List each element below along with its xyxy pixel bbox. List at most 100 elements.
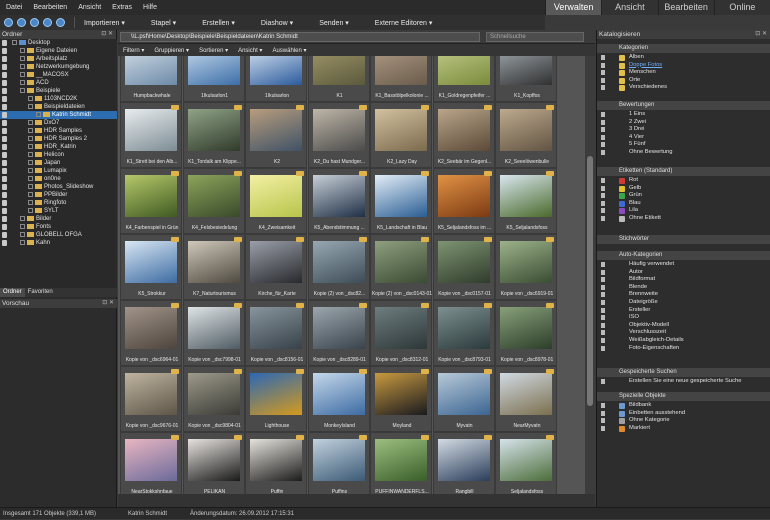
path-input[interactable]: \\L.psf\Home\Desktop\Beispiele\Beispield… [120,32,480,42]
menu-ansicht[interactable]: Ansicht [78,4,101,11]
thumbnail[interactable]: K5_Seljalandsfoss [495,168,557,234]
catalog-item[interactable]: Lila [597,207,770,215]
catalog-item[interactable]: Weißabgleich-Details [597,337,770,345]
tree-item[interactable]: Bilder [0,215,117,223]
catalog-section-header[interactable]: Gespeicherte Suchen [597,368,770,377]
forward-icon[interactable] [17,18,26,27]
thumbnail[interactable]: Kopie von _dsc0157-01 [432,234,495,300]
tree-item[interactable]: Arbeitsplatz [0,55,117,63]
catalog-item[interactable]: 3 Drei [597,126,770,134]
menu-datei[interactable]: Datei [6,4,22,11]
catalog-item[interactable]: Markiert [597,425,770,433]
filter-ansicht[interactable]: Ansicht ▾ [238,47,262,54]
expand-icon[interactable] [28,175,33,181]
expand-icon[interactable] [20,63,25,69]
expand-icon[interactable] [28,199,33,205]
scrollbar-thumb[interactable] [587,156,593,406]
tree-item[interactable]: Katrin Schmidt [0,111,117,119]
thumbnail[interactable]: K5_Landschaft in Blau [370,168,432,234]
tree-item[interactable]: PPBilder [0,191,117,199]
expand-icon[interactable] [28,95,33,101]
tab-ordner[interactable]: Ordner [0,288,25,297]
thumbnail[interactable]: Kopie von _dsc6919-01 [495,234,557,300]
expand-icon[interactable] [20,231,25,237]
thumbnail[interactable]: Kopie von _dsc6964-01 [120,300,182,366]
thumbnail[interactable]: K1_Tordalk am Klippe... [182,102,245,168]
toolbar-stapel[interactable]: Stapel ▾ [151,19,176,27]
filter-auswaehlen[interactable]: Auswählen ▾ [272,47,306,54]
thumbnail[interactable]: Kopie (2) von _dsc0143-01 [370,234,432,300]
thumbnail[interactable]: Kopie von _dsc8156-01 [245,300,307,366]
thumbnail[interactable]: Kopie von _dsc8312-01 [370,300,432,366]
catalog-item[interactable]: Objektiv-Modell [597,322,770,330]
catalog-controls-icon[interactable]: ⊡ ✕ [755,30,767,39]
catalog-item[interactable]: Blende [597,284,770,292]
thumbnail[interactable]: K4_Zweisamkeit [245,168,307,234]
catalog-item[interactable]: Verschiedenes [597,84,770,92]
tree-item[interactable]: Desktop [0,39,117,47]
thumbnail[interactable]: PUFFINWANDERFLS... [370,432,432,494]
thumbnail[interactable]: Lighthouse [245,366,307,432]
tree-item[interactable]: SYLT [0,207,117,215]
filter-sortieren[interactable]: Sortieren ▾ [199,47,228,54]
menu-extras[interactable]: Extras [112,4,132,11]
catalog-section-header[interactable]: Stichwörter [597,235,770,244]
menu-bearbeiten[interactable]: Bearbeiten [33,4,67,11]
thumbnail[interactable]: Kopie von _dsc9804-01 [182,366,245,432]
preview-controls-icon[interactable]: ⊡ ✕ [102,299,114,308]
thumbnail[interactable]: K2 [245,102,307,168]
catalog-section-header[interactable]: Auto-Kategorien [597,251,770,260]
tree-item[interactable]: __MACOSX [0,71,117,79]
refresh-icon[interactable] [43,18,52,27]
catalog-item[interactable]: 2 Zwei [597,119,770,127]
thumbnail[interactable]: Kopie von _dsc7998-01 [182,300,245,366]
catalog-item[interactable]: 4 Vier [597,134,770,142]
filter-gruppieren[interactable]: Gruppieren ▾ [154,47,189,54]
catalog-item[interactable]: 1 Eins [597,111,770,119]
catalog-item[interactable]: Grün [597,192,770,200]
catalog-item[interactable]: 5 Fünf [597,141,770,149]
thumbnail[interactable]: Myvatn [432,366,495,432]
thumbnail[interactable]: K4_Felsbesiedelung [182,168,245,234]
tab-bearbeiten[interactable]: Bearbeiten [657,0,714,15]
thumbnail[interactable]: K2_Seeelöwenbulle [495,102,557,168]
thumbnail[interactable]: K5_Abendstimmung ... [307,168,370,234]
thumbnail[interactable]: Kirche_für_Karte [245,234,307,300]
thumbnail[interactable]: Kopie (2) von _dsc82... [307,234,370,300]
thumbnail[interactable]: PELIKAN [182,432,245,494]
thumbnail[interactable]: Kopie von _dsc8793-01 [432,300,495,366]
tree-item[interactable]: Helicon [0,151,117,159]
thumbnail[interactable]: Moyland [370,366,432,432]
catalog-item[interactable]: Häufig verwendet [597,261,770,269]
thumbnail[interactable]: K2_Du hast Mundger... [307,102,370,168]
tree-item[interactable]: 1103NCD2K [0,95,117,103]
catalog-item[interactable]: Ohne Bewertung [597,149,770,157]
expand-icon[interactable] [28,127,33,133]
catalog-item[interactable]: Rot [597,177,770,185]
thumbnail[interactable]: K2_Lazy Day [370,102,432,168]
expand-icon[interactable] [20,223,25,229]
tree-item[interactable]: GLOBELL OFGA [0,231,117,239]
tree-item[interactable]: ACD [0,79,117,87]
expand-icon[interactable] [12,39,17,45]
expand-icon[interactable] [20,71,25,77]
thumbnail[interactable]: K5_Seljalandsfoss im ... [432,168,495,234]
tree-item[interactable]: DxO7 [0,119,117,127]
thumbnail[interactable]: K1_Kopffos [495,56,557,102]
catalog-item[interactable]: Gelb [597,185,770,193]
catalog-item[interactable]: ISO [597,314,770,322]
tab-verwalten[interactable]: Verwalten [545,0,602,15]
catalog-item[interactable]: Foto-Eigenschaften [597,345,770,353]
expand-icon[interactable] [28,159,33,165]
expand-icon[interactable] [28,207,33,213]
expand-icon[interactable] [28,103,33,109]
expand-icon[interactable] [20,87,25,93]
thumbnail[interactable]: MonkeyIsland [307,366,370,432]
toolbar-importieren[interactable]: Importieren ▾ [84,19,125,27]
tree-item[interactable]: Kahn [0,239,117,247]
catalog-item[interactable]: Bildformat [597,276,770,284]
catalog-item[interactable]: Brennweite [597,291,770,299]
menu-hilfe[interactable]: Hilfe [143,4,157,11]
toolbar-externe-editoren[interactable]: Externe Editoren ▾ [375,19,433,27]
catalog-item[interactable]: Alben [597,54,770,62]
